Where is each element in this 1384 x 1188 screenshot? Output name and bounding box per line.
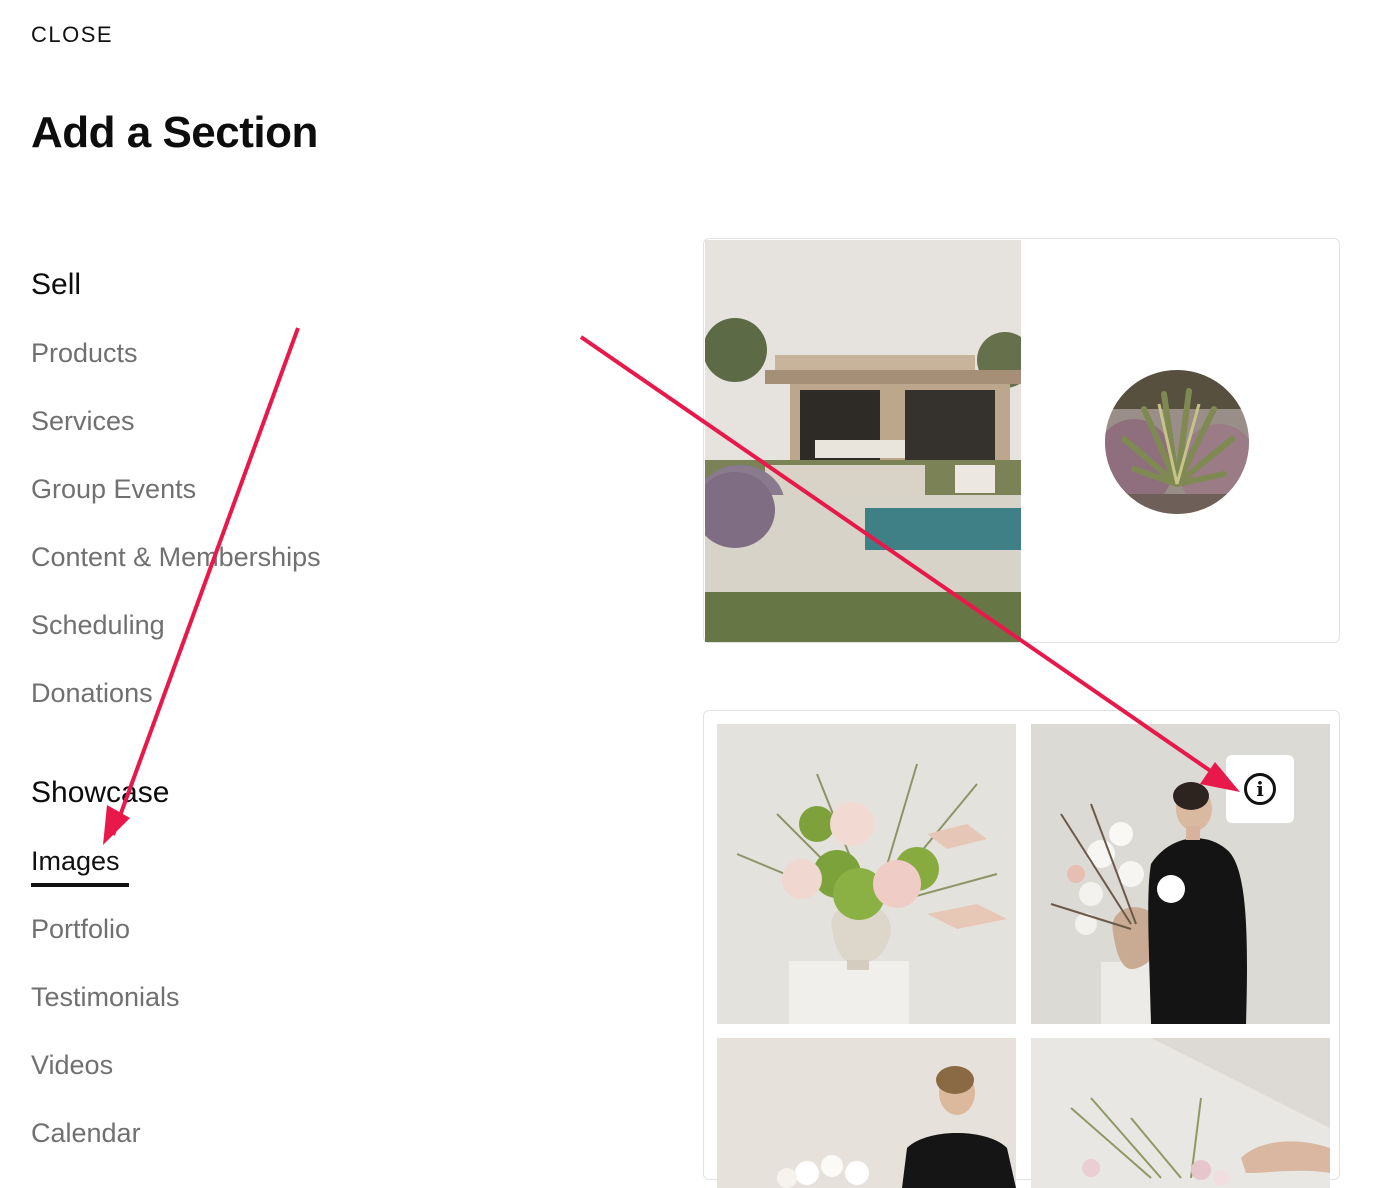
section-preview-image-and-circle[interactable] bbox=[703, 238, 1340, 643]
info-icon: i bbox=[1244, 773, 1276, 805]
sidebar-item-images[interactable]: Images bbox=[31, 846, 120, 877]
sell-heading: Sell bbox=[31, 268, 82, 301]
sidebar-item-content-memberships[interactable]: Content & Memberships bbox=[31, 542, 321, 573]
sidebar-item-portfolio[interactable]: Portfolio bbox=[31, 914, 130, 945]
close-button[interactable]: CLOSE bbox=[31, 22, 113, 48]
sidebar-item-videos[interactable]: Videos bbox=[31, 1050, 113, 1081]
hands-arranging-flowers-photo bbox=[1031, 1038, 1330, 1188]
arrowhead-images bbox=[103, 805, 130, 845]
agave-plant-circle-photo bbox=[1105, 370, 1249, 514]
house-with-pool-photo bbox=[705, 240, 1021, 642]
sidebar-item-products[interactable]: Products bbox=[31, 338, 138, 369]
sidebar-item-donations[interactable]: Donations bbox=[31, 678, 153, 709]
scrolled-off-text bbox=[32, 188, 112, 200]
active-tab-underline bbox=[31, 883, 129, 887]
info-button[interactable]: i bbox=[1226, 755, 1294, 823]
page-title: Add a Section bbox=[31, 108, 318, 157]
sidebar-item-group-events[interactable]: Group Events bbox=[31, 474, 196, 505]
arrow-to-images bbox=[111, 327, 300, 836]
sidebar-item-testimonials[interactable]: Testimonials bbox=[31, 982, 180, 1013]
sidebar-item-calendar[interactable]: Calendar bbox=[31, 1118, 141, 1149]
flower-arrangement-vase-photo bbox=[717, 724, 1016, 1024]
woman-arranging-flowers-photo bbox=[717, 1038, 1016, 1188]
sidebar-item-services[interactable]: Services bbox=[31, 406, 135, 437]
showcase-heading: Showcase bbox=[31, 776, 170, 809]
sidebar-item-scheduling[interactable]: Scheduling bbox=[31, 610, 165, 641]
